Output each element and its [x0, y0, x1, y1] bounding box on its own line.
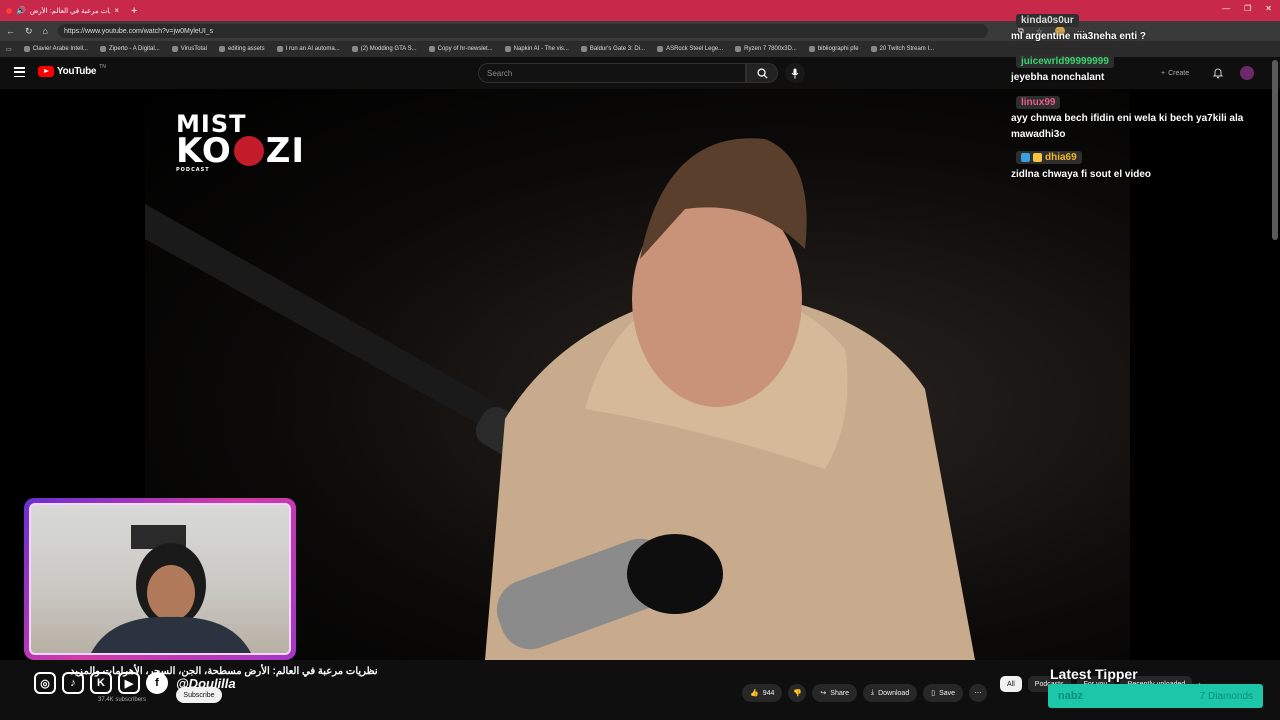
folder-icon	[218, 46, 225, 52]
url-field[interactable]: https://www.youtube.com/watch?v=jw0MyleU…	[57, 24, 988, 38]
webcam-feed	[29, 503, 291, 655]
chat-message: juicewrld99999999 jeyebha nonchalant	[1008, 51, 1270, 86]
bookmark-item[interactable]: ASRock Steel Lege...	[657, 46, 723, 52]
chat-message: dhia69 zidlna chwaya fi sout el video	[1008, 149, 1270, 183]
bookmark-item[interactable]: VirusTotal	[171, 46, 207, 52]
chat-message: kinda0s0ur ml argentine ma3neha enti ?	[1008, 10, 1270, 45]
search-button[interactable]	[746, 63, 778, 83]
tipper-name: nabz	[1058, 690, 1084, 702]
youtube-icon: ▶	[118, 672, 140, 694]
bookmark-favicon	[580, 46, 587, 52]
more-actions-button[interactable]: ⋯	[969, 684, 988, 702]
chat-overlay: kinda0s0ur ml argentine ma3neha enti ? j…	[1008, 10, 1270, 189]
chat-username: kinda0s0ur	[1016, 14, 1079, 27]
refresh-icon[interactable]: ↻	[25, 26, 33, 37]
bookmark-favicon	[276, 46, 283, 52]
latest-tipper-label: Latest Tipper	[1050, 666, 1138, 682]
bookmark-favicon	[23, 46, 30, 52]
mic-boom-arm	[145, 204, 525, 439]
streamer-video	[91, 525, 251, 653]
chat-username: linux99	[1016, 96, 1061, 109]
bookmark-item[interactable]: 20 Twitch Stream I...	[870, 46, 934, 52]
bookmark-favicon	[870, 46, 877, 52]
bookmark-item[interactable]: Napkin AI - The vis...	[504, 46, 569, 52]
facebook-icon: f	[146, 672, 168, 694]
home-icon[interactable]: ⌂	[43, 26, 48, 36]
download-icon: ⤓	[870, 689, 875, 696]
back-icon[interactable]: ←	[6, 26, 15, 36]
chat-text: zidlna chwaya fi sout el video	[1011, 169, 1152, 180]
subscriber-count: 37.4K subscribers	[98, 697, 147, 703]
bookmark-item[interactable]: Clavier Arabe Intell...	[23, 46, 88, 52]
bookmark-item[interactable]: I run an AI automa...	[276, 46, 340, 52]
screen: 🔊 نظريات مرعبة في العالم: الأرض × + — ❐ …	[0, 0, 1280, 720]
youtube-play-icon	[38, 66, 54, 77]
bookmark-item[interactable]: editing assets	[218, 46, 265, 52]
bookmark-item[interactable]: Baldur's Gate 3: Di...	[580, 46, 645, 52]
browser-tab[interactable]: 🔊 نظريات مرعبة في العالم: الأرض ×	[0, 0, 125, 21]
youtube-wordmark: YouTube	[57, 66, 97, 77]
save-button[interactable]: ▯ Save	[923, 684, 964, 702]
search-input[interactable]: Search	[478, 63, 746, 83]
latest-tipper-box: nabz 7 Diamonds	[1048, 684, 1263, 708]
bookmark-icon: ▯	[931, 690, 936, 697]
subscribe-button[interactable]: Subscribe	[176, 687, 222, 703]
kick-icon: K	[90, 672, 112, 694]
webcam-overlay	[24, 498, 296, 660]
chat-username: dhia69	[1016, 151, 1082, 164]
more-icon: ⋯	[974, 690, 982, 697]
chat-message: linux99 ayy chnwa bech ifidin eni wela k…	[1008, 92, 1270, 143]
bookmark-item[interactable]: bibliographi pfe	[808, 46, 859, 52]
chat-text: jeyebha nonchalant	[1011, 72, 1105, 83]
menu-icon[interactable]	[14, 67, 25, 77]
bookmark-item[interactable]: Ziperto - A Digital...	[100, 46, 160, 52]
share-icon: ↪	[820, 690, 827, 697]
chat-username: juicewrld99999999	[1016, 55, 1114, 68]
microphone-icon	[791, 68, 799, 78]
recording-icon	[6, 7, 12, 14]
new-tab-button[interactable]: +	[131, 5, 137, 17]
like-button[interactable]: 👍 944	[742, 684, 783, 702]
logo-badge-icon	[233, 135, 264, 166]
tab-title: نظريات مرعبة في العالم: الأرض	[29, 7, 111, 15]
speaker-icon[interactable]: 🔊	[16, 6, 26, 15]
region-code: TN	[99, 63, 106, 70]
tiktok-icon: ♪	[62, 672, 84, 694]
bookmark-favicon	[735, 46, 742, 52]
streamer-face	[147, 565, 195, 621]
page-scrollbar[interactable]	[1272, 60, 1278, 240]
bookmark-item[interactable]: Ryzen 7 7800x3D...	[735, 46, 797, 52]
badge-icon	[1021, 153, 1030, 162]
streamer-jacket	[91, 616, 251, 653]
bookmark-favicon	[504, 46, 511, 52]
chat-text: ml argentine ma3neha enti ?	[1011, 31, 1147, 42]
dislike-button[interactable]: 👎	[788, 684, 807, 702]
thumbs-down-icon: 👎	[793, 690, 802, 697]
bookmark-favicon	[657, 46, 664, 52]
instagram-icon: ◎	[34, 672, 56, 694]
voice-search-button[interactable]	[785, 63, 805, 83]
chip-all[interactable]: All	[1000, 676, 1022, 692]
crown-icon	[1033, 153, 1042, 162]
bookmark-favicon	[428, 46, 435, 52]
logo-line-2: KO ZI	[176, 130, 306, 171]
share-button[interactable]: ↪ Share	[812, 684, 857, 702]
bookmark-favicon	[351, 46, 358, 52]
bookmarks-icon[interactable]: ▭	[6, 46, 12, 53]
video-actions: 👍 944 👎 ↪ Share ⤓ Download ▯ Save ⋯	[742, 684, 988, 702]
thumbs-up-icon: 👍	[750, 690, 759, 697]
podcast-logo: MIST KO ZI PODCAST	[176, 112, 306, 173]
download-button[interactable]: ⤓ Download	[862, 684, 918, 702]
folder-icon	[808, 46, 815, 52]
search-icon	[756, 67, 768, 79]
tipper-amount: 7 Diamonds	[1199, 690, 1253, 702]
bookmark-item[interactable]: Copy of hr-newslet...	[428, 46, 493, 52]
tab-close-button[interactable]: ×	[114, 6, 119, 15]
youtube-logo[interactable]: YouTube TN	[38, 63, 106, 77]
bookmark-favicon	[171, 46, 178, 52]
chat-text: ayy chnwa bech ifidin eni wela ki bech y…	[1011, 113, 1244, 140]
bookmark-item[interactable]: (2) Modding GTA S...	[351, 46, 417, 52]
bookmark-favicon	[100, 46, 107, 52]
mic-windscreen	[627, 534, 723, 614]
